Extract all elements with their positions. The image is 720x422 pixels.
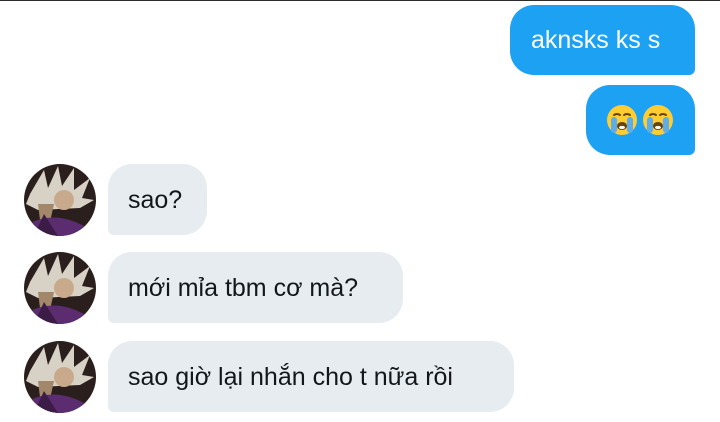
sent-emoji-message-bubble[interactable] — [586, 85, 695, 155]
message-text: sao? — [128, 185, 183, 214]
loudly-crying-face-icon — [607, 105, 637, 135]
received-message-bubble[interactable]: mới mỉa tbm cơ mà? — [108, 252, 403, 323]
received-message-bubble[interactable]: sao? — [108, 164, 207, 235]
message-text: aknsks ks s — [531, 26, 661, 54]
loudly-crying-face-icon — [643, 105, 673, 135]
avatar[interactable] — [24, 164, 96, 236]
avatar[interactable] — [24, 341, 96, 413]
received-message-bubble[interactable]: sao giờ lại nhắn cho t nữa rồi — [108, 341, 514, 412]
message-text: mới mỉa tbm cơ mà? — [128, 273, 359, 302]
top-divider — [0, 0, 720, 1]
message-text: sao giờ lại nhắn cho t nữa rồi — [128, 362, 453, 391]
avatar[interactable] — [24, 252, 96, 324]
sent-message-bubble[interactable]: aknsks ks s — [510, 5, 695, 75]
